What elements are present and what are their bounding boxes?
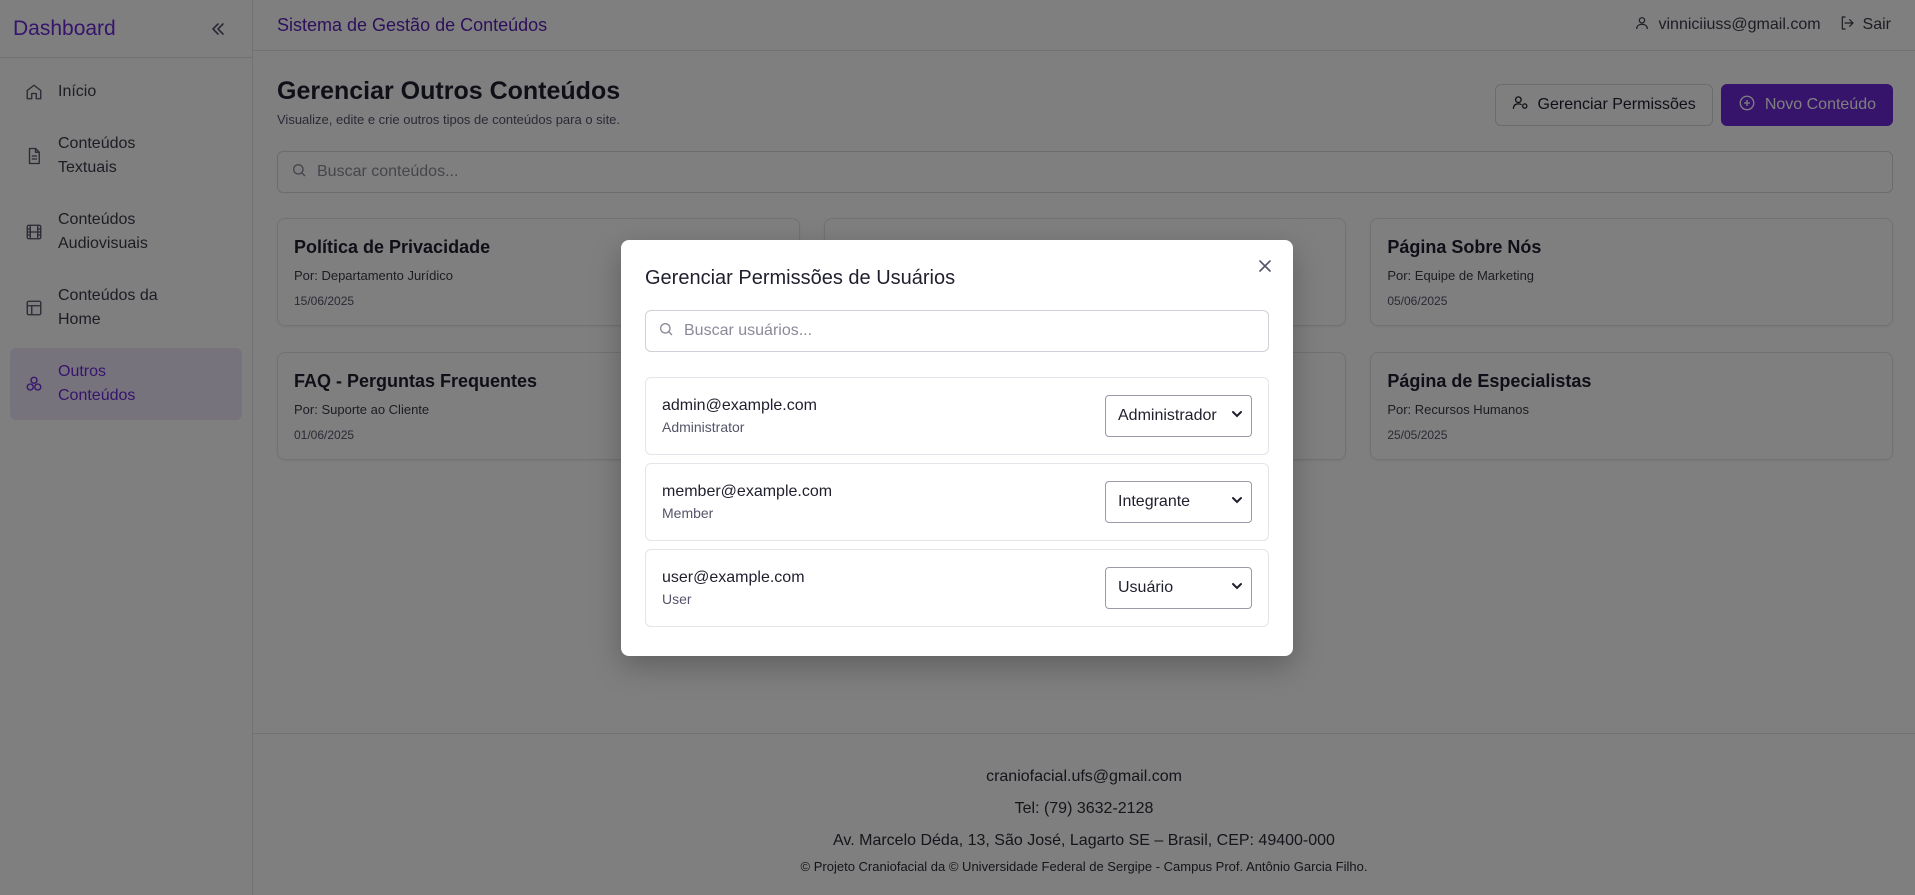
role-select-value: Administrador xyxy=(1118,407,1217,424)
user-row: member@example.com Member Integrante xyxy=(645,463,1269,541)
user-role: Administrator xyxy=(662,419,745,435)
user-email: user@example.com xyxy=(662,569,805,586)
user-email: member@example.com xyxy=(662,483,833,500)
chevron-down-icon xyxy=(1231,407,1243,425)
search-icon xyxy=(658,321,674,342)
role-select[interactable]: Usuário xyxy=(1105,567,1252,609)
user-search-placeholder: Buscar usuários... xyxy=(684,322,813,339)
user-list: admin@example.com Administrator Administ… xyxy=(645,377,1269,627)
role-select[interactable]: Integrante xyxy=(1105,481,1252,523)
role-select-value: Integrante xyxy=(1118,493,1191,510)
user-row: user@example.com User Usuário xyxy=(645,549,1269,627)
role-select[interactable]: Administrador xyxy=(1105,395,1252,437)
user-search-input[interactable]: Buscar usuários... xyxy=(645,310,1269,352)
chevron-down-icon xyxy=(1231,493,1243,511)
user-role: Member xyxy=(662,505,714,521)
modal-title: Gerenciar Permissões de Usuários xyxy=(645,267,956,289)
close-icon[interactable] xyxy=(1255,256,1275,276)
user-role: User xyxy=(662,591,692,607)
role-select-value: Usuário xyxy=(1118,579,1174,596)
user-email: admin@example.com xyxy=(662,397,817,414)
permissions-modal: Gerenciar Permissões de Usuários Buscar … xyxy=(621,240,1293,656)
user-row: admin@example.com Administrator Administ… xyxy=(645,377,1269,455)
chevron-down-icon xyxy=(1231,579,1243,597)
